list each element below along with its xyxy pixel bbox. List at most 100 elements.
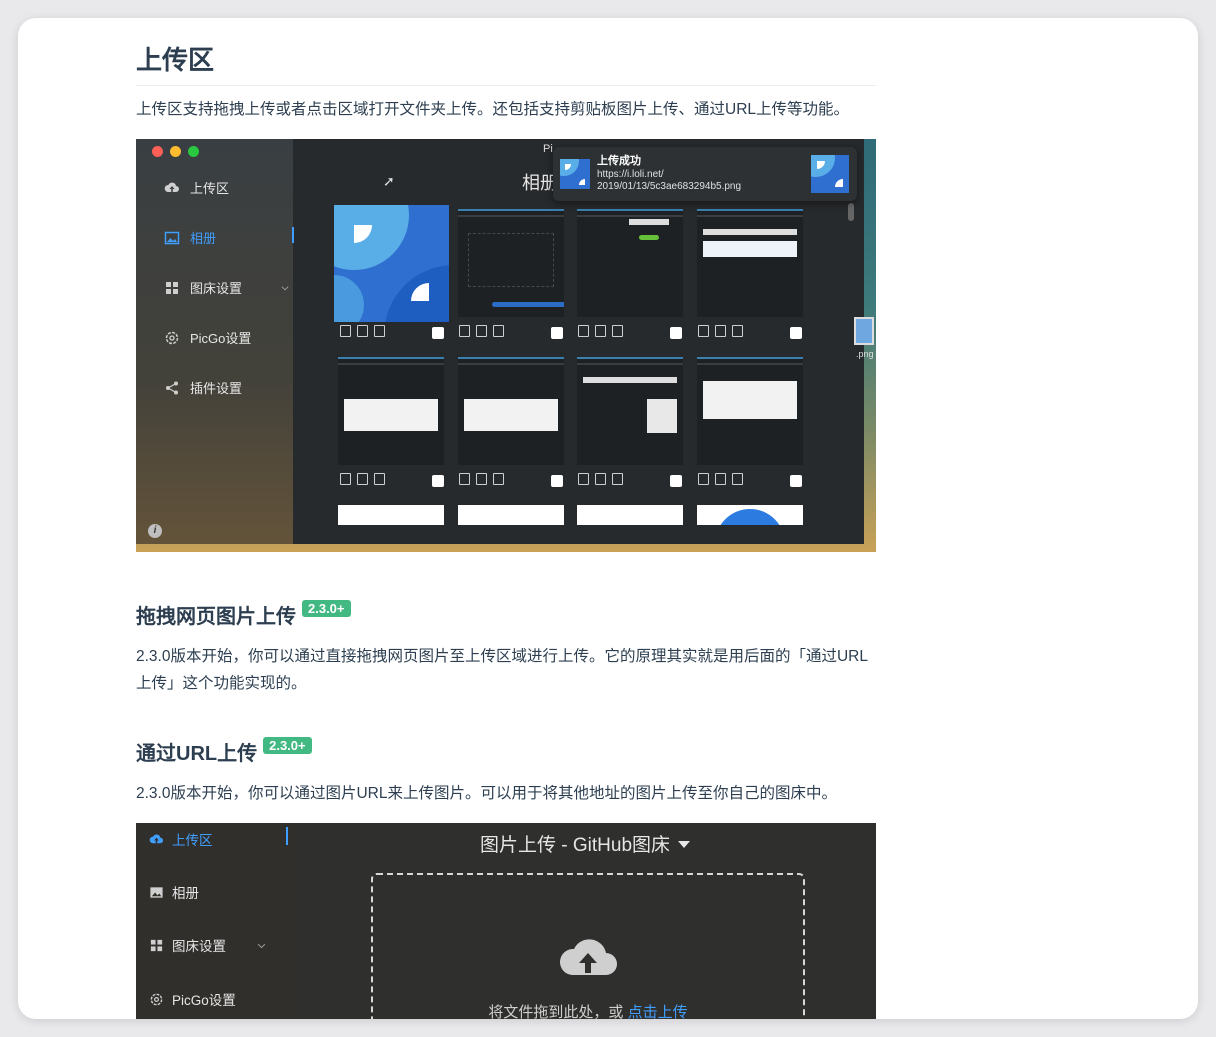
dropzone-text: 将文件拖到此处，或 点击上传 [373, 1001, 803, 1019]
picgo-logo-image-icon [560, 159, 585, 185]
gallery-thumb[interactable] [458, 505, 564, 525]
trash-icon[interactable] [612, 473, 623, 485]
sidebar-item-gallery[interactable]: 相册 [164, 228, 216, 247]
section-title: 上传区 [136, 40, 876, 86]
info-icon[interactable]: i [148, 524, 162, 538]
edit-icon[interactable] [715, 325, 726, 337]
sidebar-item-picbed[interactable]: 图床设置 [149, 935, 267, 955]
grid-icon [166, 281, 178, 294]
select-checkbox[interactable] [432, 327, 444, 339]
select-checkbox[interactable] [790, 327, 802, 339]
thumb-ops [459, 325, 504, 337]
url-upload-heading: 通过URL上传 2.3.0+ [136, 737, 312, 766]
upload-success-notification[interactable]: 上传成功 https://i.loli.net/ 2019/01/13/5c3a… [553, 147, 857, 201]
click-upload-link[interactable]: 点击上传 [628, 1004, 688, 1019]
upload-title[interactable]: 图片上传 - GitHub图床 [480, 830, 691, 857]
notification-url-line: 2019/01/13/5c3ae683294b5.png [597, 181, 742, 192]
select-checkbox[interactable] [670, 475, 682, 487]
notification-url: https://i.loli.net/ 2019/01/13/5c3ae6832… [597, 169, 797, 193]
select-checkbox[interactable] [551, 327, 563, 339]
edit-icon[interactable] [595, 325, 606, 337]
active-indicator [292, 227, 294, 243]
gallery-thumb[interactable] [334, 205, 449, 322]
file-icon[interactable] [578, 473, 589, 485]
version-badge: 2.3.0+ [263, 737, 312, 754]
gallery-thumb[interactable] [697, 505, 803, 525]
gallery-thumb[interactable] [577, 357, 683, 465]
picgo-sidebar: 上传区 相册 图床设置 PicGo设置 [136, 823, 296, 1019]
chevron-down-icon [281, 285, 289, 291]
file-icon[interactable] [698, 473, 709, 485]
gear-icon [150, 993, 163, 1005]
sidebar-item-label: PicGo设置 [172, 993, 236, 1008]
edit-icon[interactable] [476, 325, 487, 337]
gallery-thumb[interactable] [338, 357, 444, 465]
gallery-thumb[interactable] [338, 505, 444, 525]
sidebar-item-plugins[interactable]: 插件设置 [164, 378, 242, 397]
picgo-window: 上传区 相册 图床设置 PicGo设置 插件设置 i Pi 相册 ➚ 上传成功 … [136, 139, 864, 544]
caret-down-icon [678, 841, 691, 848]
trash-icon[interactable] [732, 473, 743, 485]
edit-icon[interactable] [357, 325, 368, 337]
file-icon[interactable] [459, 473, 470, 485]
edit-icon[interactable] [715, 473, 726, 485]
gallery-thumb[interactable] [458, 209, 564, 317]
trash-icon[interactable] [732, 325, 743, 337]
sidebar-item-upload[interactable]: 上传区 [164, 178, 229, 197]
trash-icon[interactable] [374, 473, 385, 485]
cloud-upload-icon [164, 182, 179, 192]
url-upload-title: 通过URL上传 [136, 743, 258, 765]
select-checkbox[interactable] [670, 327, 682, 339]
file-icon[interactable] [340, 325, 351, 337]
file-icon[interactable] [340, 473, 351, 485]
gallery-thumb[interactable] [577, 209, 683, 317]
cursor-icon: ➚ [383, 173, 395, 189]
sidebar-item-label: 图床设置 [172, 939, 226, 954]
upload-screenshot: 上传区 相册 图床设置 PicGo设置 图片上传 - GitHub图床 将文件拖… [136, 823, 876, 1019]
select-checkbox[interactable] [551, 475, 563, 487]
thumb-ops [578, 473, 623, 485]
notification-image [560, 159, 590, 189]
trash-icon[interactable] [374, 325, 385, 337]
edit-icon[interactable] [476, 473, 487, 485]
sidebar-item-picbed[interactable]: 图床设置 [164, 278, 290, 297]
window-controls [152, 146, 199, 157]
gallery-thumb[interactable] [697, 209, 803, 317]
picgo-logo-image-icon [811, 155, 843, 187]
trash-icon[interactable] [493, 325, 504, 337]
active-indicator [286, 827, 288, 845]
minimize-dot-icon[interactable] [170, 146, 181, 157]
sidebar-item-upload[interactable]: 上传区 [149, 829, 213, 849]
sidebar-item-label: 相册 [172, 886, 199, 901]
file-icon[interactable] [578, 325, 589, 337]
edit-icon[interactable] [595, 473, 606, 485]
trash-icon[interactable] [612, 325, 623, 337]
thumb-ops [698, 473, 743, 485]
sidebar-item-label: 上传区 [190, 181, 230, 196]
desktop-file-icon [854, 317, 874, 345]
trash-icon[interactable] [493, 473, 504, 485]
sidebar-item-label: 插件设置 [190, 381, 243, 396]
sidebar-item-gallery[interactable]: 相册 [149, 882, 199, 902]
grid-icon [150, 939, 163, 951]
file-icon[interactable] [459, 325, 470, 337]
sidebar-item-label: 图床设置 [190, 281, 243, 296]
notification-title: 上传成功 [597, 155, 641, 167]
chevron-down-icon [257, 943, 266, 948]
scrollbar[interactable] [848, 203, 854, 221]
select-checkbox[interactable] [432, 475, 444, 487]
gallery-thumb[interactable] [577, 505, 683, 525]
sidebar-item-label: 相册 [190, 231, 217, 246]
upload-dropzone[interactable]: 将文件拖到此处，或 点击上传 [371, 873, 805, 1019]
window-title: Pi [543, 143, 553, 155]
edit-icon[interactable] [357, 473, 368, 485]
gallery-thumb[interactable] [458, 357, 564, 465]
gallery-thumb[interactable] [697, 357, 803, 465]
file-icon[interactable] [698, 325, 709, 337]
zoom-dot-icon[interactable] [188, 146, 199, 157]
sidebar-item-picgo-settings[interactable]: PicGo设置 [164, 328, 251, 347]
sidebar-item-picgo-settings[interactable]: PicGo设置 [149, 989, 236, 1009]
close-dot-icon[interactable] [152, 146, 163, 157]
select-checkbox[interactable] [790, 475, 802, 487]
thumb-ops [578, 325, 623, 337]
